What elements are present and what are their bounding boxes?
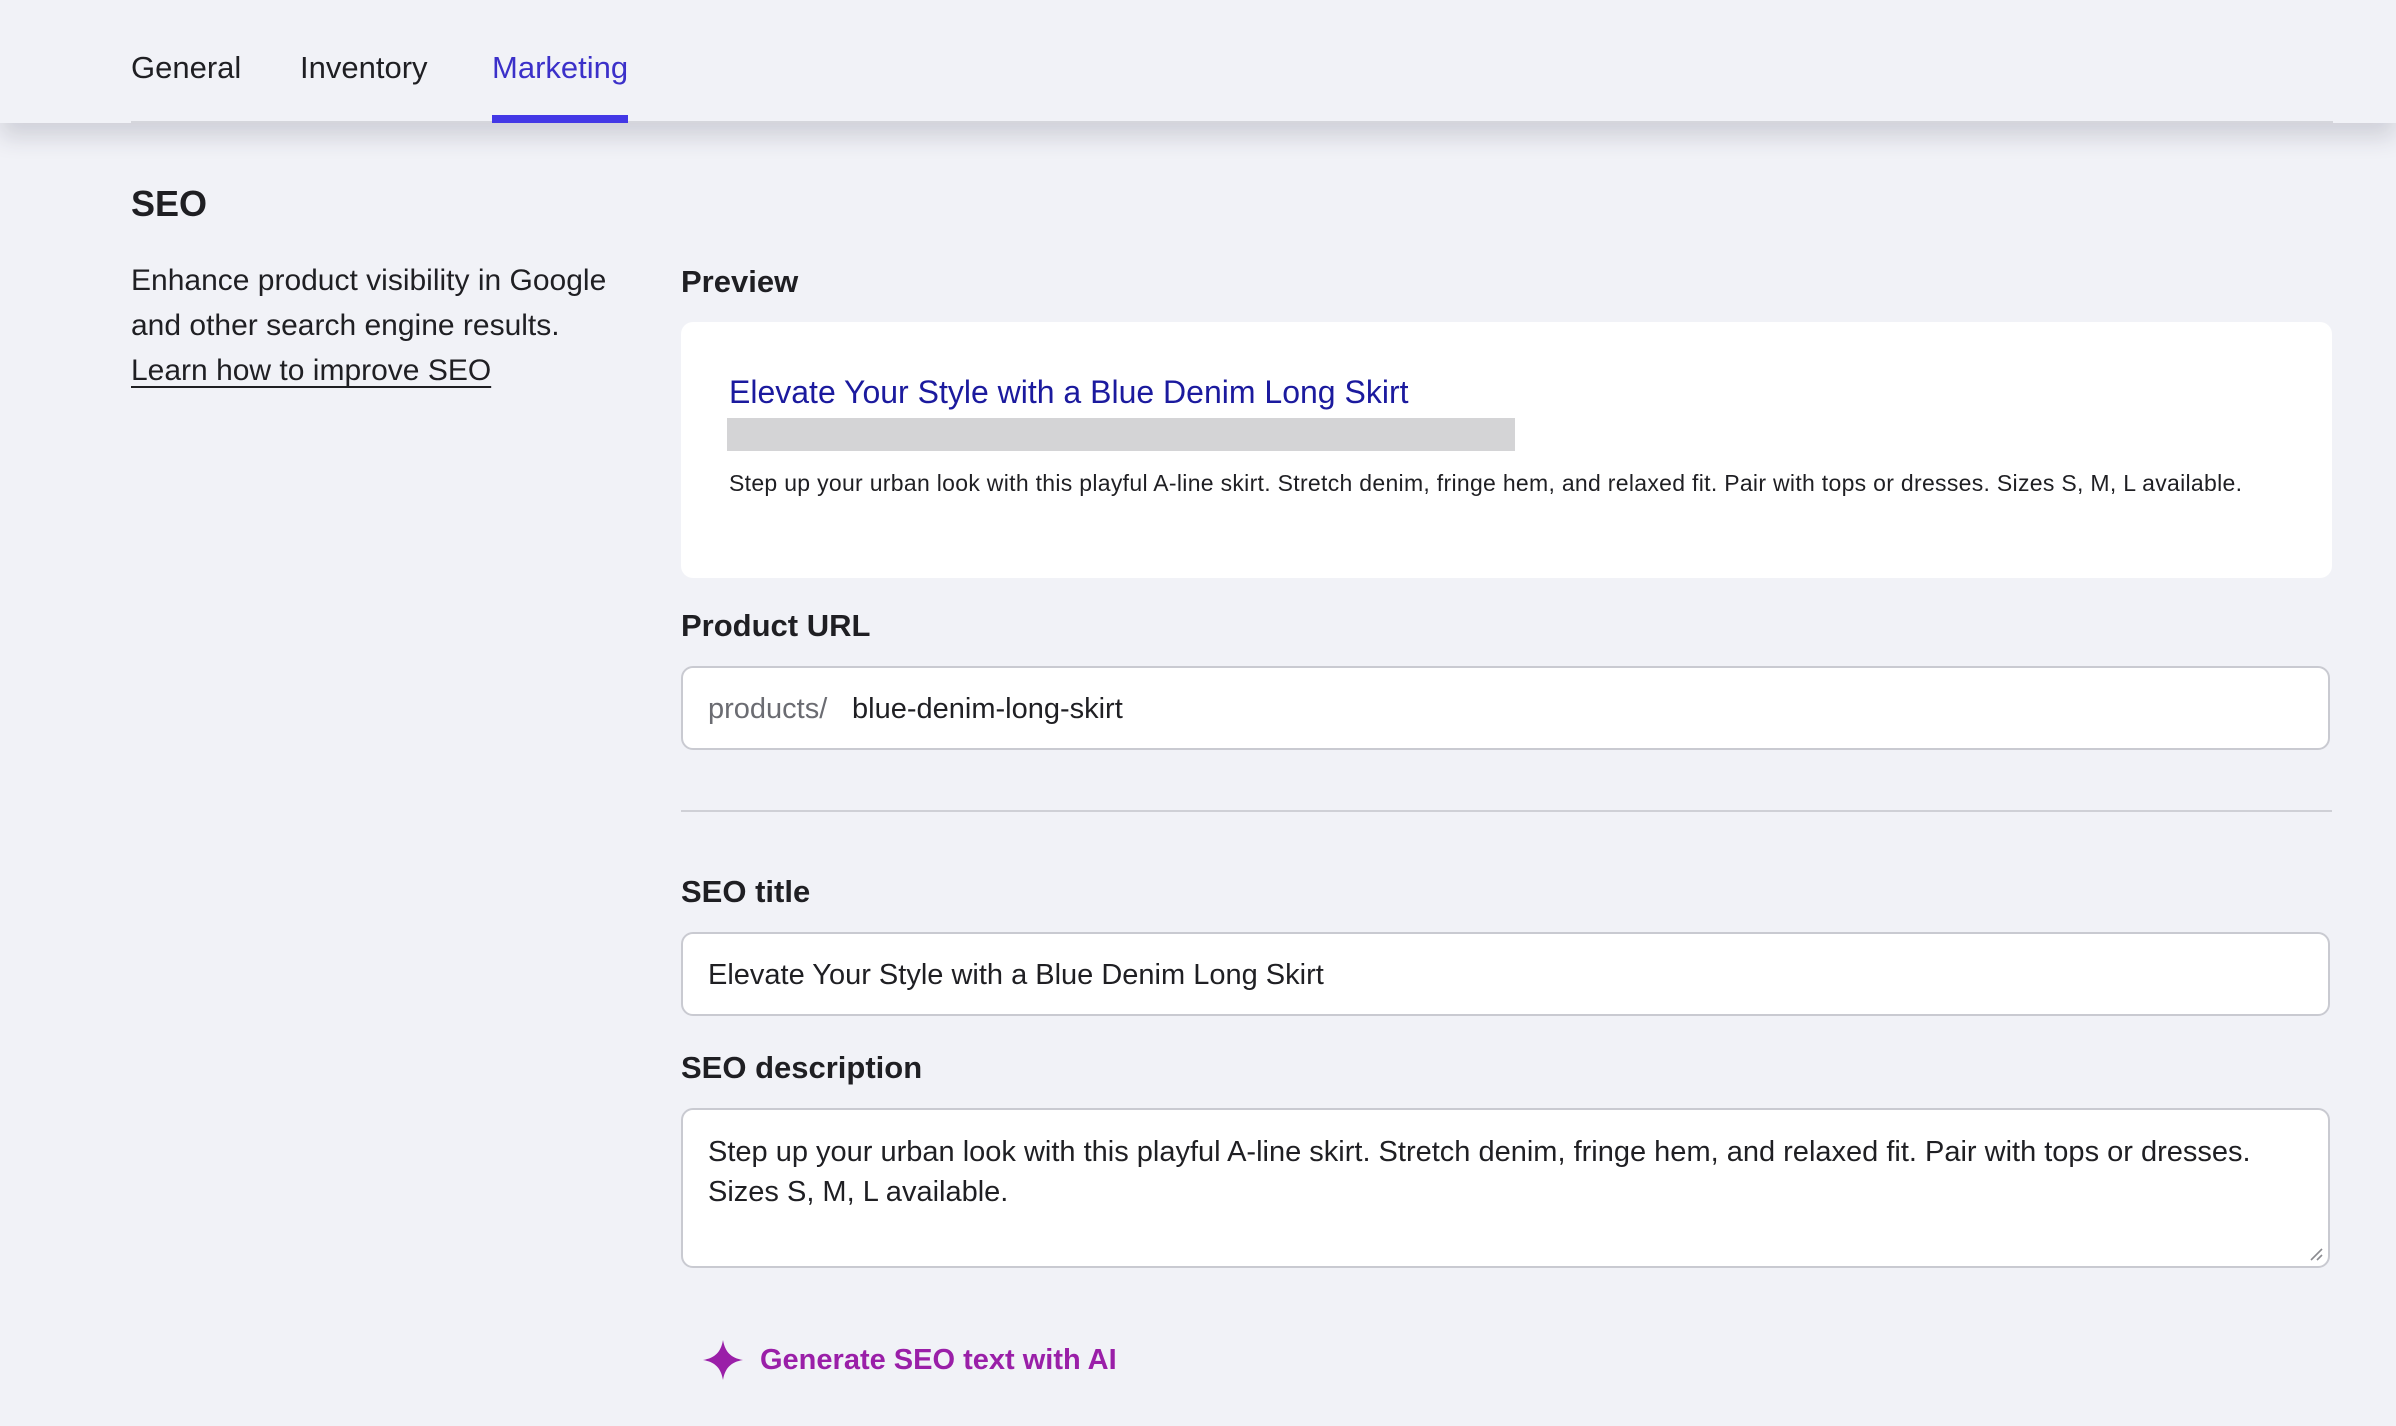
tab-bar-divider	[131, 121, 2333, 123]
product-url-input[interactable]: blue-denim-long-skirt	[852, 693, 1123, 726]
section-description: Enhance product visibility in Google and…	[131, 258, 631, 393]
product-url-label: Product URL	[681, 608, 871, 643]
preview-description: Step up your urban look with this playfu…	[729, 470, 2243, 496]
tab-general[interactable]: General	[131, 50, 241, 86]
active-tab-indicator	[492, 115, 628, 123]
tab-bar: General Inventory Marketing	[0, 0, 2396, 123]
product-edit-page: General Inventory Marketing SEO Enhance …	[0, 0, 2396, 1426]
section-description-text: Enhance product visibility in Google and…	[131, 264, 607, 342]
learn-seo-link[interactable]: Learn how to improve SEO	[131, 348, 491, 393]
search-preview-card: Elevate Your Style with a Blue Denim Lon…	[681, 322, 2332, 578]
resize-handle-icon[interactable]	[2308, 1246, 2324, 1262]
seo-description-label: SEO description	[681, 1050, 923, 1085]
tab-marketing[interactable]: Marketing	[492, 50, 628, 86]
url-prefix: products/	[708, 693, 828, 725]
product-url-field[interactable]: products/ blue-denim-long-skirt	[681, 666, 2330, 750]
seo-title-input[interactable]: Elevate Your Style with a Blue Denim Lon…	[708, 959, 1324, 992]
seo-title-field[interactable]: Elevate Your Style with a Blue Denim Lon…	[681, 932, 2330, 1016]
seo-description-textarea[interactable]: Step up your urban look with this playfu…	[708, 1132, 2298, 1212]
generate-seo-ai-label: Generate SEO text with AI	[760, 1343, 1117, 1376]
tab-inventory[interactable]: Inventory	[300, 50, 428, 86]
preview-label: Preview	[681, 264, 799, 299]
preview-title: Elevate Your Style with a Blue Denim Lon…	[729, 374, 1409, 410]
seo-description-field[interactable]: Step up your urban look with this playfu…	[681, 1108, 2330, 1268]
section-title: SEO	[131, 183, 208, 224]
preview-url-placeholder	[727, 418, 1515, 451]
generate-seo-ai-button[interactable]: Generate SEO text with AI	[700, 1335, 1117, 1385]
section-divider	[681, 810, 2332, 812]
seo-title-label: SEO title	[681, 874, 811, 909]
sparkle-icon	[703, 1340, 743, 1380]
